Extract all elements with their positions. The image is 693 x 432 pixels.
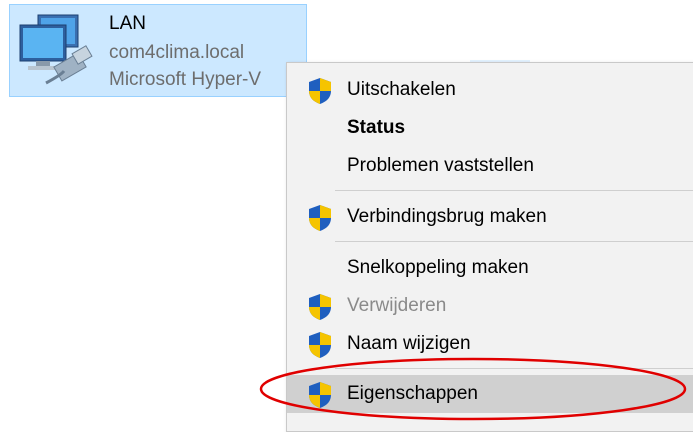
uac-shield-icon — [309, 294, 331, 320]
menu-item-uitschakelen[interactable]: Uitschakelen — [287, 71, 693, 109]
uac-shield-icon — [309, 78, 331, 104]
adapter-device: Microsoft Hyper-V — [109, 69, 262, 90]
menu-item-label: Uitschakelen — [347, 79, 456, 100]
menu-item-label: Problemen vaststellen — [347, 155, 534, 176]
menu-item-label: Snelkoppeling maken — [347, 257, 529, 278]
uac-shield-icon — [309, 205, 331, 231]
adapter-domain: com4clima.local — [109, 42, 245, 63]
menu-item-label: Status — [347, 117, 406, 138]
menu-item-verbindingsbrug-maken[interactable]: Verbindingsbrug maken — [287, 198, 693, 236]
menu-item-status[interactable]: Status — [287, 109, 693, 147]
network-adapter-icon — [19, 14, 93, 85]
annotation-ellipse — [259, 357, 687, 421]
menu-separator — [335, 190, 693, 191]
menu-item-snelkoppeling-maken[interactable]: Snelkoppeling maken — [287, 249, 693, 287]
network-adapter-item[interactable]: LAN com4clima.local Microsoft Hyper-V — [9, 4, 307, 97]
menu-item-problemen-vaststellen[interactable]: Problemen vaststellen — [287, 147, 693, 185]
menu-item-label: Verwijderen — [347, 295, 447, 316]
menu-separator — [335, 241, 693, 242]
adapter-name: LAN — [109, 13, 146, 34]
menu-item-label: Verbindingsbrug maken — [347, 206, 547, 227]
menu-item-verwijderen: Verwijderen — [287, 287, 693, 325]
menu-item-label: Naam wijzigen — [347, 333, 471, 354]
